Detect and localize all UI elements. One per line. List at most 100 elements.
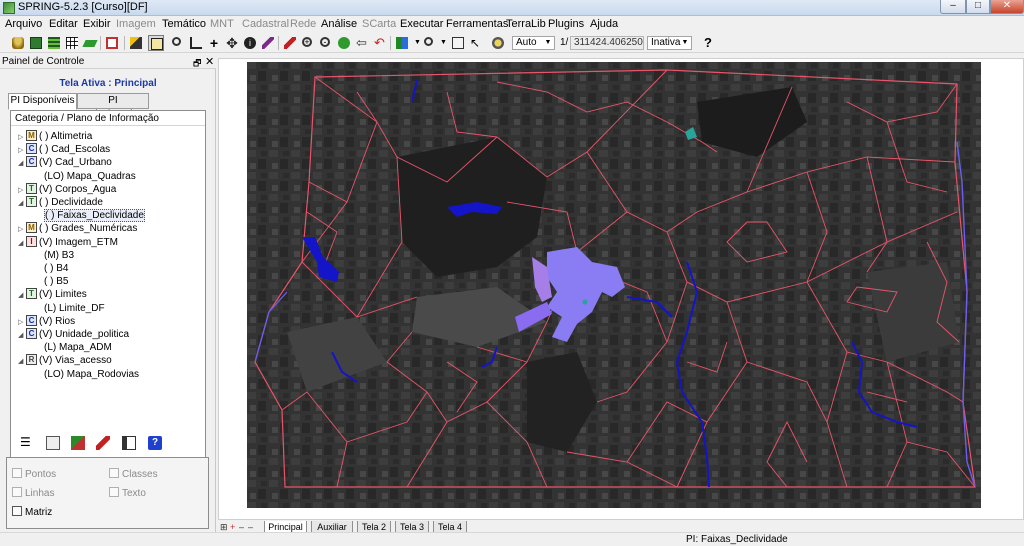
close-panel-icon[interactable]: ✕ — [205, 55, 214, 68]
tree-item[interactable]: (L) Mapa_ADM — [44, 341, 112, 354]
tree-item[interactable]: ▷ C (V) Rios — [18, 314, 75, 329]
zoom-out-icon[interactable]: - — [318, 35, 334, 51]
layers-icon[interactable] — [46, 35, 62, 51]
check-pontos-label: Pontos — [25, 469, 57, 480]
menu-arquivo[interactable]: Arquivo — [5, 18, 42, 30]
collapsed-arrow-icon[interactable]: ▷ — [18, 131, 26, 144]
menu-mnt[interactable]: MNT — [210, 18, 234, 30]
expanded-arrow-icon[interactable]: ◢ — [18, 289, 26, 302]
remove-screen-icon[interactable]: – — [239, 522, 244, 532]
tree-item[interactable]: ◢ I (V) Imagem_ETM — [18, 235, 118, 250]
cursor-info-icon[interactable] — [148, 35, 164, 51]
check-texto[interactable]: Texto — [109, 487, 146, 499]
collapse-screen-icon[interactable]: – — [248, 522, 253, 532]
tree-item[interactable]: ▷ T (V) Corpos_Agua — [18, 182, 116, 197]
menu-ajuda[interactable]: Ajuda — [590, 18, 618, 30]
tree-item[interactable]: ◢ C (V) Unidade_politica — [18, 328, 129, 341]
scale-field[interactable]: 311424.406250 — [570, 36, 644, 50]
legend-icon[interactable] — [450, 35, 466, 51]
menu-terralib[interactable]: TerraLib — [506, 18, 546, 30]
minimize-button[interactable]: – — [940, 0, 966, 14]
menu-rede[interactable]: Rede — [290, 18, 316, 30]
check-classes-label: Classes — [122, 469, 158, 480]
menu-editar[interactable]: Editar — [49, 18, 78, 30]
back-icon[interactable]: ⇦ — [354, 35, 370, 51]
tab-pi-selecionados[interactable]: PI Selecionados — [77, 93, 149, 120]
menu-imagem[interactable]: Imagem — [116, 18, 156, 30]
menu-plugins[interactable]: Plugins — [548, 18, 584, 30]
menu-scarta[interactable]: SCarta — [362, 18, 396, 30]
color-table-icon[interactable] — [394, 35, 410, 51]
float-icon[interactable]: 🗗 — [193, 56, 201, 72]
tree-item[interactable]: (LO) Mapa_Rodovias — [44, 368, 139, 381]
eraser-icon[interactable] — [82, 35, 98, 51]
visual-icon[interactable] — [422, 35, 438, 51]
category-type-icon: C — [26, 143, 37, 155]
map-canvas[interactable] — [247, 62, 981, 508]
undo-icon[interactable]: ↶ — [372, 35, 388, 51]
zoom-icon[interactable] — [170, 35, 186, 51]
display-icon[interactable] — [104, 35, 120, 51]
select-icon[interactable]: ↖ — [468, 35, 484, 51]
list-icon[interactable]: ☰ — [20, 436, 34, 450]
tab-pi-disponiveis[interactable]: PI Disponíveis — [8, 93, 77, 110]
maximize-button[interactable]: □ — [966, 0, 990, 14]
expanded-arrow-icon[interactable]: ◢ — [18, 197, 26, 210]
state-combo[interactable]: Inativa ▼ — [647, 36, 692, 50]
database-icon[interactable] — [10, 35, 26, 51]
pan-icon[interactable]: ✥ — [224, 35, 240, 51]
classes-icon[interactable] — [71, 436, 85, 450]
add-screen-icon[interactable]: + — [230, 522, 235, 532]
check-classes[interactable]: Classes — [109, 468, 158, 480]
plus-icon[interactable]: + — [206, 35, 222, 51]
tree-item[interactable]: ( ) Faixas_Declividade — [44, 209, 145, 223]
tree-item[interactable]: ▷ M( ) Altimetria — [18, 130, 92, 143]
tree-item[interactable]: ▷ C( ) Cad_Escolas — [18, 143, 110, 156]
expanded-arrow-icon[interactable]: ◢ — [18, 157, 26, 170]
check-pontos[interactable]: Pontos — [12, 468, 56, 480]
tree-item[interactable]: (M) B3 — [44, 249, 74, 262]
menu-exibir[interactable]: Exibir — [83, 18, 111, 30]
auto-combo[interactable]: Auto ▼ — [512, 36, 555, 50]
tree-item[interactable]: ( ) B5 — [44, 275, 68, 288]
tree-item-label: (V) Imagem_ETM — [39, 236, 118, 248]
project-icon[interactable] — [28, 35, 44, 51]
expanded-arrow-icon[interactable]: ◢ — [18, 237, 26, 250]
draw-icon[interactable] — [128, 35, 144, 51]
menu-cadastral[interactable]: Cadastral — [242, 18, 289, 30]
menu-ferramentas[interactable]: Ferramentas — [446, 18, 508, 30]
expanded-arrow-icon[interactable]: ◢ — [18, 355, 26, 368]
tree-item[interactable]: ◢ T( ) Declividade — [18, 196, 103, 209]
table-icon[interactable] — [122, 436, 136, 450]
check-matriz[interactable]: Matriz — [12, 506, 52, 518]
collapsed-arrow-icon[interactable]: ▷ — [18, 223, 26, 236]
collapsed-arrow-icon[interactable]: ▷ — [18, 184, 26, 197]
check-linhas[interactable]: Linhas — [12, 487, 54, 499]
help-icon[interactable]: ? — [700, 35, 716, 51]
menu-executar[interactable]: Executar — [400, 18, 443, 30]
help-panel-icon[interactable]: ? — [148, 436, 162, 450]
tree-item[interactable]: ◢ C (V) Cad_Urbano — [18, 156, 112, 169]
edit-pencil-icon[interactable] — [282, 35, 298, 51]
menu-analise[interactable]: Análise — [321, 18, 357, 30]
tree-item[interactable]: ◢ T (V) Limites — [18, 288, 87, 301]
tree-item[interactable]: ▷ M( ) Grades_Numéricas — [18, 222, 137, 235]
expanded-arrow-icon[interactable]: ◢ — [18, 329, 26, 342]
close-button[interactable]: ✕ — [990, 0, 1024, 14]
menu-tematico[interactable]: Temático — [162, 18, 206, 30]
properties-icon[interactable] — [46, 436, 60, 450]
tree-item[interactable]: ( ) B4 — [44, 262, 68, 275]
collapsed-arrow-icon[interactable]: ▷ — [18, 144, 26, 157]
zoom-area-icon[interactable] — [336, 35, 352, 51]
zoom-in-icon[interactable]: + — [300, 35, 316, 51]
tree-item[interactable]: (L) Limite_DF — [44, 302, 105, 315]
grid-icon[interactable] — [64, 35, 80, 51]
collapsed-arrow-icon[interactable]: ▷ — [18, 316, 26, 329]
info-icon[interactable]: i — [242, 35, 258, 51]
pencil-icon[interactable] — [260, 35, 276, 51]
edit-icon[interactable] — [96, 436, 110, 450]
palette-icon[interactable] — [490, 35, 506, 51]
tree-item[interactable]: (LO) Mapa_Quadras — [44, 170, 136, 183]
measure-icon[interactable] — [188, 35, 204, 51]
tree-item[interactable]: ◢ R (V) Vias_acesso — [18, 354, 112, 367]
